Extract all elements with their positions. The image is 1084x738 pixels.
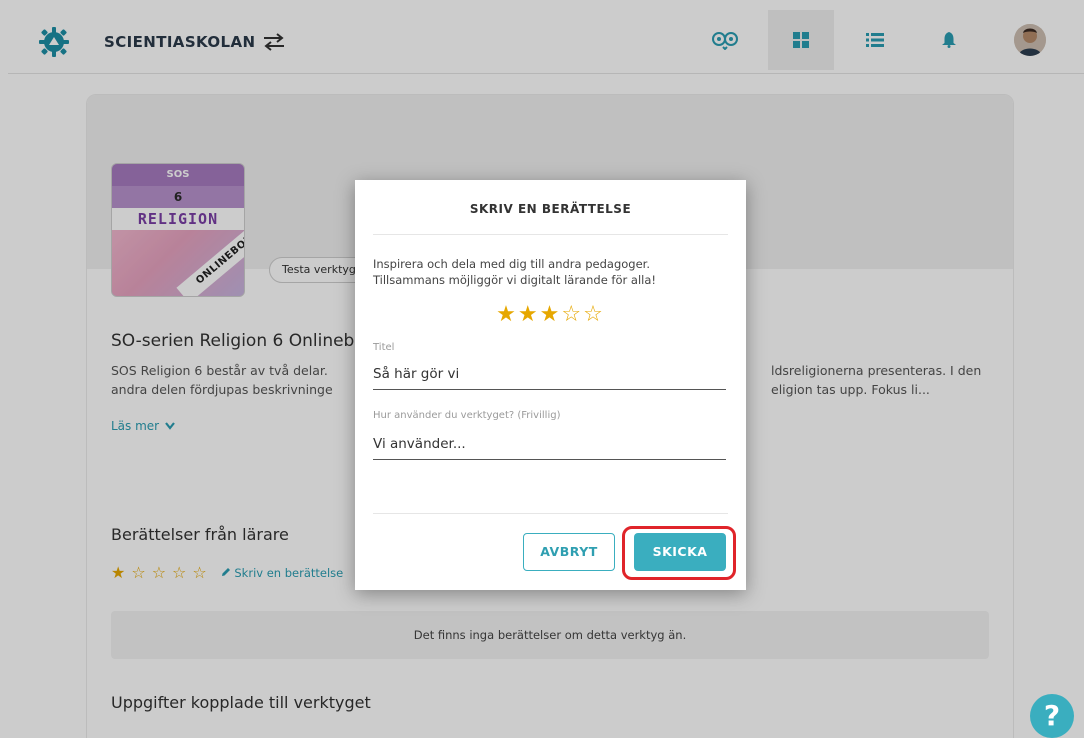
usage-field-label: Hur använder du verktyget? (Frivillig)	[373, 410, 561, 421]
dialog-intro: Inspirera och dela med dig till andra pe…	[373, 256, 728, 288]
send-button-highlight	[622, 526, 736, 580]
dialog-title: SKRIV EN BERÄTTELSE	[469, 202, 632, 216]
star-filled-icon[interactable]: ★	[540, 302, 562, 327]
cancel-button[interactable]: AVBRYT	[523, 533, 615, 571]
star-filled-icon[interactable]: ★	[518, 302, 540, 327]
star-empty-icon[interactable]: ☆	[583, 302, 605, 327]
dialog-divider	[373, 234, 728, 235]
dialog-intro-line1: Inspirera och dela med dig till andra pe…	[373, 257, 650, 271]
usage-textarea[interactable]: Vi använder...	[373, 436, 726, 460]
help-button[interactable]: ?	[1030, 694, 1074, 738]
dialog-footer-divider	[373, 513, 728, 514]
title-input[interactable]: Så här gör vi	[373, 366, 726, 390]
star-filled-icon[interactable]: ★	[496, 302, 518, 327]
star-empty-icon[interactable]: ☆	[561, 302, 583, 327]
dialog-rating[interactable]: ★★★☆☆	[355, 302, 746, 327]
title-field-label: Titel	[373, 342, 395, 353]
dialog-intro-line2: Tillsammans möjliggör vi digitalt lärand…	[373, 273, 656, 287]
